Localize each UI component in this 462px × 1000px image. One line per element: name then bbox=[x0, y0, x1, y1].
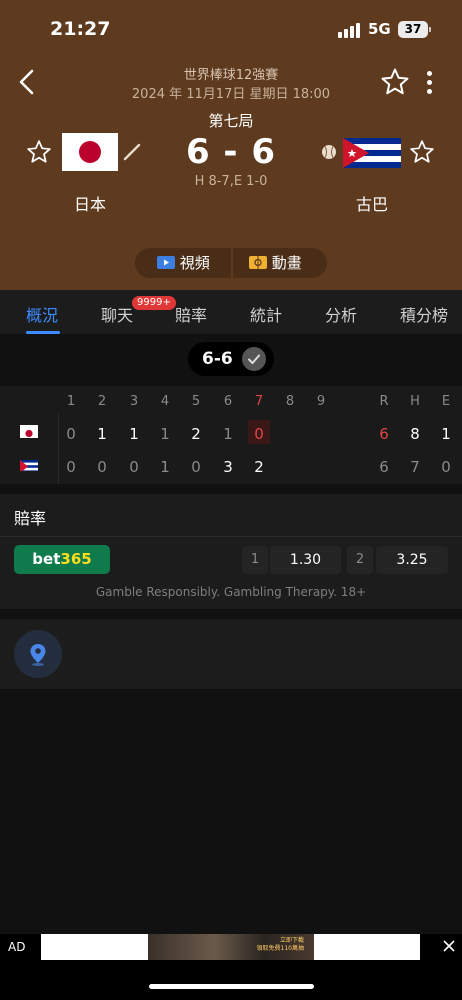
errors-header: E bbox=[441, 394, 451, 409]
venue-section bbox=[0, 619, 462, 689]
inning-score: 2 bbox=[254, 458, 264, 476]
video-button[interactable]: 視頻 bbox=[157, 248, 210, 278]
inning-header: 3 bbox=[129, 394, 139, 409]
media-divider bbox=[231, 248, 233, 278]
hits-header: H bbox=[410, 394, 420, 409]
inning-score: 0 bbox=[66, 425, 76, 443]
inning-score: 0 bbox=[191, 458, 201, 476]
inning-score: 1 bbox=[97, 425, 107, 443]
inning-score: 3 bbox=[223, 458, 233, 476]
ad-banner[interactable]: AD 立即下載 領取免費110萬抽 bbox=[0, 934, 462, 1000]
battery-tip bbox=[429, 27, 431, 32]
odds-option-1-value[interactable]: 1.30 bbox=[270, 546, 341, 574]
inning-header: 8 bbox=[285, 394, 295, 409]
status-bar: 21:27 5G 37 bbox=[0, 0, 462, 56]
animation-button[interactable]: 動畫 bbox=[249, 248, 302, 278]
signal-icon bbox=[338, 22, 362, 38]
ad-image[interactable]: 立即下載 領取免費110萬抽 bbox=[148, 934, 314, 960]
odds-option-1-label: 1 bbox=[242, 546, 268, 574]
japan-flag[interactable] bbox=[62, 133, 118, 171]
inning-header: 6 bbox=[223, 394, 233, 409]
tab-bar: 概況 聊天 賠率 統計 分析 積分榜 bbox=[0, 290, 462, 334]
away-team-name[interactable]: 古巴 bbox=[342, 191, 402, 215]
location-button[interactable] bbox=[14, 630, 62, 678]
inning-score: 2 bbox=[191, 425, 201, 443]
animation-label: 動畫 bbox=[271, 254, 302, 272]
cuba-flag[interactable] bbox=[343, 138, 401, 168]
star-icon bbox=[410, 140, 434, 163]
bookmaker-name-part2: 365 bbox=[60, 550, 92, 568]
runs-total: 6 bbox=[379, 425, 389, 443]
video-label: 視頻 bbox=[179, 254, 210, 272]
tab-stats[interactable]: 統計 bbox=[250, 302, 282, 326]
home-team-name[interactable]: 日本 bbox=[60, 191, 120, 215]
inning-header-current: 7 bbox=[254, 394, 264, 409]
match-header: 21:27 5G 37 世界棒球12強賽 2024 年 11月17日 星期日 1… bbox=[0, 0, 462, 290]
cuba-flag bbox=[20, 458, 38, 471]
inning-header: 5 bbox=[191, 394, 201, 409]
inning-score: 1 bbox=[160, 425, 170, 443]
score-pill-text: 6-6 bbox=[202, 349, 233, 369]
league-name: 世界棒球12強賽 bbox=[183, 68, 279, 83]
hits-total: 8 bbox=[410, 425, 420, 443]
animation-icon bbox=[249, 256, 267, 269]
close-icon bbox=[443, 940, 455, 952]
bet365-logo[interactable]: bet365 bbox=[14, 545, 110, 574]
check-icon bbox=[242, 347, 266, 371]
tab-analysis[interactable]: 分析 bbox=[325, 302, 357, 326]
star-icon bbox=[27, 140, 51, 163]
inning-header: 2 bbox=[97, 394, 107, 409]
bat-icon bbox=[122, 142, 142, 162]
japan-flag bbox=[20, 425, 38, 438]
tab-overview[interactable]: 概況 bbox=[26, 302, 58, 326]
hits-errors-line: H 8-7,E 1-0 bbox=[194, 174, 268, 189]
tab-chat[interactable]: 聊天 bbox=[101, 302, 133, 326]
video-icon bbox=[157, 256, 175, 269]
inning-score: 1 bbox=[160, 458, 170, 476]
ad-tag: AD bbox=[8, 940, 26, 954]
inning-header: 4 bbox=[160, 394, 170, 409]
inning-score: 0 bbox=[97, 458, 107, 476]
match-datetime: 2024 年 11月17日 星期日 18:00 bbox=[131, 87, 331, 102]
odds-section: 賠率 bet365 1 1.30 2 3.25 Gamble Responsib… bbox=[0, 494, 462, 609]
inning-header: 9 bbox=[316, 394, 326, 409]
active-tab-indicator bbox=[26, 331, 60, 334]
inning-score: 0 bbox=[66, 458, 76, 476]
ad-image-text: 立即下載 領取免費110萬抽 bbox=[256, 937, 304, 952]
runs-header: R bbox=[379, 394, 389, 409]
status-time: 21:27 bbox=[50, 18, 111, 40]
battery-icon: 37 bbox=[398, 21, 428, 38]
ad-close-button[interactable] bbox=[441, 938, 457, 954]
favorite-away-team-button[interactable] bbox=[409, 139, 435, 165]
odds-divider bbox=[0, 536, 462, 537]
score-pill: 6-6 bbox=[188, 342, 274, 376]
inning-score: 0 bbox=[129, 458, 139, 476]
network-type: 5G bbox=[368, 20, 391, 38]
inning-header: 1 bbox=[66, 394, 76, 409]
inning-score: 1 bbox=[223, 425, 233, 443]
odds-option-2-value[interactable]: 3.25 bbox=[376, 546, 448, 574]
home-indicator[interactable] bbox=[149, 984, 314, 989]
odds-title: 賠率 bbox=[14, 509, 47, 528]
baseball-icon bbox=[321, 144, 337, 160]
current-inning: 第七局 bbox=[208, 112, 254, 130]
table-divider bbox=[58, 414, 59, 484]
errors-total: 1 bbox=[441, 425, 451, 443]
runs-total: 6 bbox=[379, 458, 389, 476]
chat-count-badge: 9999+ bbox=[132, 296, 176, 310]
inning-score: 0 bbox=[254, 425, 264, 443]
hits-total: 7 bbox=[410, 458, 420, 476]
location-icon bbox=[30, 644, 46, 666]
favorite-home-team-button[interactable] bbox=[26, 139, 52, 165]
errors-total: 0 bbox=[441, 458, 451, 476]
tab-standings[interactable]: 積分榜 bbox=[400, 302, 448, 326]
odds-option-2-label: 2 bbox=[347, 546, 373, 574]
tab-odds[interactable]: 賠率 bbox=[175, 302, 207, 326]
media-bar: 視頻 動畫 bbox=[135, 248, 327, 278]
gamble-disclaimer[interactable]: Gamble Responsibly. Gambling Therapy. 18… bbox=[0, 585, 462, 599]
bookmaker-name-part1: bet bbox=[32, 550, 61, 568]
inning-score: 1 bbox=[129, 425, 139, 443]
